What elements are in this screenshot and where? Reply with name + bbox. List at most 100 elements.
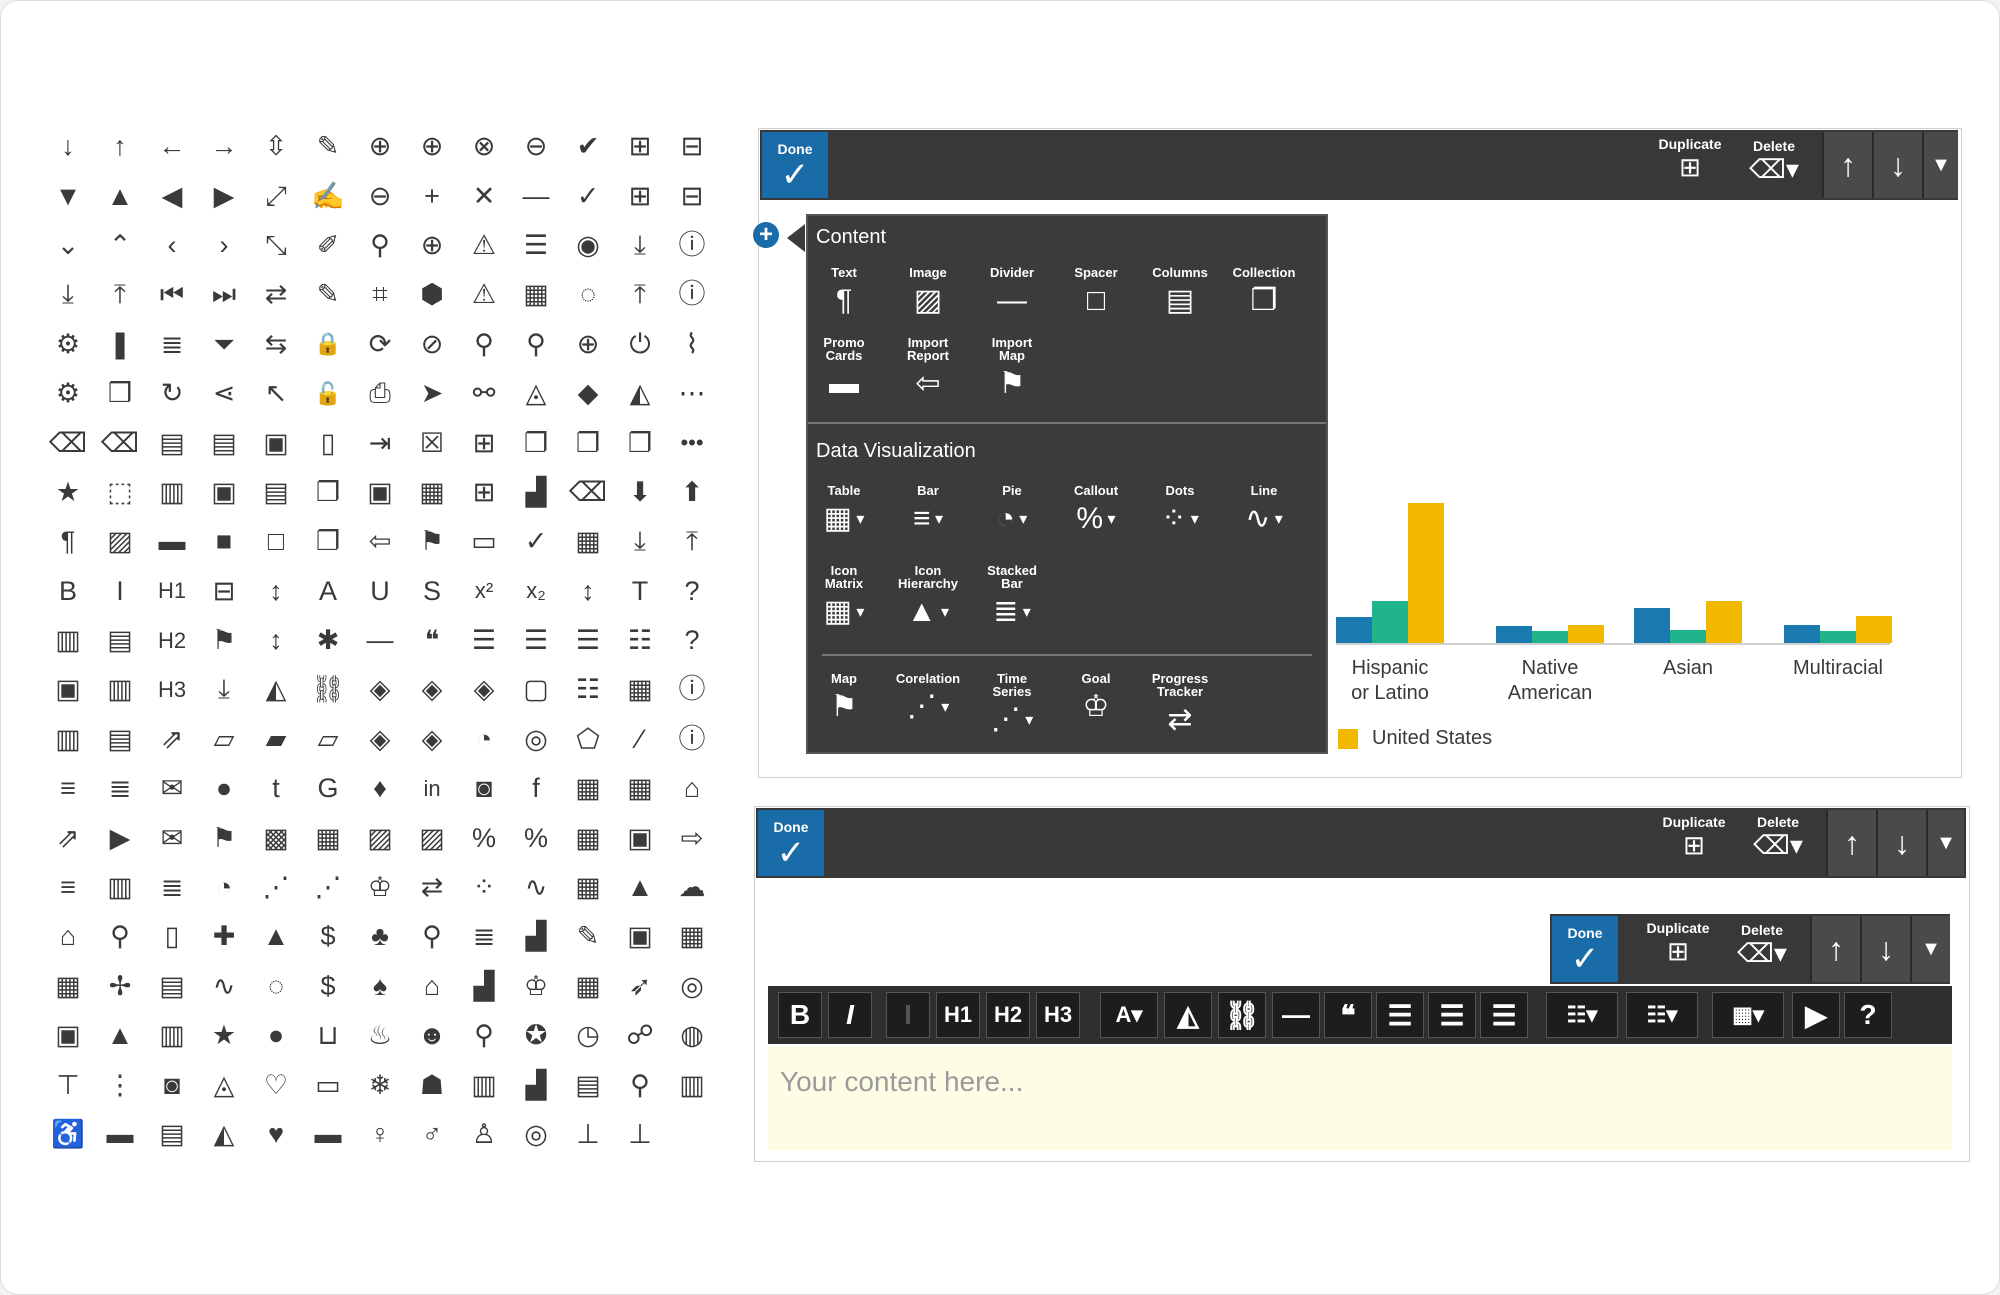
table-button[interactable]: ▦▾ xyxy=(1712,992,1784,1038)
divider-button[interactable]: — xyxy=(1272,992,1320,1038)
help-button[interactable]: ? xyxy=(1844,992,1892,1038)
arrow-up-icon: ↑ xyxy=(1844,824,1860,861)
move-up-button[interactable]: ↑ xyxy=(1822,132,1872,198)
quote-button[interactable]: ❝ xyxy=(1324,992,1372,1038)
trash-icon: ⌫▾ xyxy=(1749,154,1799,184)
time-series-block-option[interactable]: Time Series ⋰ ▾ xyxy=(970,672,1054,739)
move-down-button[interactable]: ↓ xyxy=(1872,132,1922,198)
help-outline-icon: ? xyxy=(684,625,700,656)
font-size-button[interactable]: A▾ xyxy=(1100,992,1158,1038)
promo-cards-block-option[interactable]: Promo Cards ▬ xyxy=(802,336,886,402)
circle-plus-filled-icon: ⊕ xyxy=(420,229,444,260)
done-button[interactable]: Done ✓ xyxy=(1552,916,1618,982)
send-icon: ➤ xyxy=(420,378,444,409)
done-button[interactable]: Done ✓ xyxy=(762,132,828,198)
duplicate-button[interactable]: Duplicate ⊞ xyxy=(1640,136,1740,182)
duplicate-button[interactable]: Duplicate ⊞ xyxy=(1644,814,1744,860)
numbered-list-button[interactable]: ☷▾ xyxy=(1626,992,1698,1038)
import-report-block-option[interactable]: Import Report ⇦ xyxy=(886,336,970,402)
corelation-block-option[interactable]: Corelation ⋰ ▾ xyxy=(886,672,970,726)
move-up-button[interactable]: ↑ xyxy=(1826,810,1876,876)
callout-icon: % xyxy=(523,822,548,853)
pie-block-option[interactable]: Pie ◔ ▾ xyxy=(970,484,1054,538)
import-map-block-option[interactable]: Import Map ⚑ xyxy=(970,336,1054,402)
check-icon: ✓ xyxy=(780,156,810,194)
trash-icon: ⌫▾ xyxy=(1737,938,1787,968)
stacked-bar-block-option[interactable]: Stacked Bar ≣ ▾ xyxy=(970,564,1054,631)
link-button[interactable]: ⛓ xyxy=(1218,992,1266,1038)
move-down-button[interactable]: ↓ xyxy=(1876,810,1926,876)
charts-icon: ▥ xyxy=(159,476,185,507)
align-center-button[interactable]: ☰ xyxy=(1428,992,1476,1038)
icon-matrix-block-option[interactable]: Icon Matrix ▦ ▾ xyxy=(802,564,886,631)
line-block-option[interactable]: Line ∿ ▾ xyxy=(1222,484,1306,538)
circle-ring-icon: ◎ xyxy=(524,723,548,754)
bullet-list-button[interactable]: ☷▾ xyxy=(1546,992,1618,1038)
delete-button[interactable]: Delete ⌫▾ xyxy=(1738,814,1818,860)
font-placeholder-button[interactable]: I xyxy=(886,992,930,1038)
map-pin-plus-icon: ⊕ xyxy=(576,328,600,359)
search-icon: ⚲ xyxy=(370,229,390,260)
upload-line-icon: ⤒ xyxy=(686,526,698,557)
fill-color-button[interactable]: ◭ xyxy=(1164,992,1212,1038)
gear-outline-icon: ⚙ xyxy=(55,328,81,359)
bar xyxy=(1634,608,1670,643)
goal-block-option[interactable]: Goal ♔ xyxy=(1054,672,1138,725)
option-label: Callout xyxy=(1073,483,1119,498)
columns-block-option[interactable]: Columns ▤ xyxy=(1138,266,1222,319)
bold-button[interactable]: B xyxy=(778,992,822,1038)
filter-icon: ⏷ xyxy=(213,328,235,359)
h1-button[interactable]: H1 xyxy=(936,992,980,1038)
bar-block-option[interactable]: Bar ≡ ▾ xyxy=(886,484,970,538)
italic-button[interactable]: I xyxy=(828,992,872,1038)
h2-button[interactable]: H2 xyxy=(986,992,1030,1038)
delete-button[interactable]: Delete ⌫▾ xyxy=(1722,922,1802,968)
cursor-icon: ↖ xyxy=(264,378,288,409)
rich-text-toolbar: B I I H1 H2 H3 A▾ ◭ ⛓ — ❝ ☰ ☰ ☰ ☷▾ ☷▾ ▦▾ ▶? xyxy=(768,986,1952,1044)
video-button[interactable]: ▶ xyxy=(1792,992,1840,1038)
rocket-icon: ➶ xyxy=(628,970,652,1001)
duplicate-button[interactable]: Duplicate ⊞ xyxy=(1628,920,1728,966)
done-button[interactable]: Done ✓ xyxy=(758,810,824,876)
align-center-icon: ☰ xyxy=(523,625,549,656)
dots-block-option[interactable]: Dots ⁘ ▾ xyxy=(1138,484,1222,538)
more-options-button[interactable]: ▼ xyxy=(1922,132,1958,198)
delete-label: Delete xyxy=(1752,138,1796,154)
download-icon: ⤓ xyxy=(634,229,646,260)
zoom-chart-icon: ⚲ xyxy=(474,1020,494,1051)
text-block-option[interactable]: Text ¶ xyxy=(802,266,886,319)
progress-tracker-block-option[interactable]: Progress Tracker ⇄ xyxy=(1138,672,1222,738)
option-label: Icon Hierarchy xyxy=(898,563,958,591)
delete-button[interactable]: Delete ⌫▾ xyxy=(1734,138,1814,184)
spacer-block-option[interactable]: Spacer □ xyxy=(1054,266,1138,319)
image-block-option[interactable]: Image ▨ xyxy=(886,266,970,319)
ban-icon: ⊘ xyxy=(420,328,444,359)
add-block-button[interactable]: + xyxy=(753,222,779,248)
icon-hierarchy-block-option[interactable]: Icon Hierarchy ▲ ▾ xyxy=(886,564,970,631)
bar xyxy=(1372,601,1408,643)
more-options-button[interactable]: ▼ xyxy=(1910,916,1950,982)
align-right-button[interactable]: ☰ xyxy=(1480,992,1528,1038)
collection-block-option[interactable]: Collection ❐ xyxy=(1222,266,1306,319)
google-plus-icon: G xyxy=(317,773,339,804)
map-block-option[interactable]: Map ⚑ xyxy=(802,672,886,725)
option-label: Time Series xyxy=(992,671,1032,699)
bar-horizontal-icon: ≡ xyxy=(60,872,76,903)
move-up-button[interactable]: ↑ xyxy=(1810,916,1860,982)
content-editor[interactable] xyxy=(768,1046,1952,1150)
divider-block-option[interactable]: Divider — xyxy=(970,266,1054,319)
h3-button[interactable]: H3 xyxy=(1036,992,1080,1038)
qr-grid-icon: ▦ xyxy=(575,773,601,804)
tag-outline-icon: ⌗ xyxy=(372,279,388,310)
align-left-button[interactable]: ☰ xyxy=(1376,992,1424,1038)
more-options-button[interactable]: ▼ xyxy=(1926,810,1964,876)
trophy-icon: ♔ xyxy=(367,872,393,903)
first-icon: ⏮ xyxy=(159,279,185,310)
medical-bag-icon: ✚ xyxy=(212,921,236,952)
table-block-option[interactable]: Table ▦ ▾ xyxy=(802,484,886,538)
eye-icon: ◉ xyxy=(576,229,600,260)
h3-icon: H3 xyxy=(157,676,187,702)
move-down-button[interactable]: ↓ xyxy=(1860,916,1910,982)
callout-block-option[interactable]: Callout % ▾ xyxy=(1054,484,1138,538)
printer-icon: ⎙ xyxy=(369,378,391,409)
